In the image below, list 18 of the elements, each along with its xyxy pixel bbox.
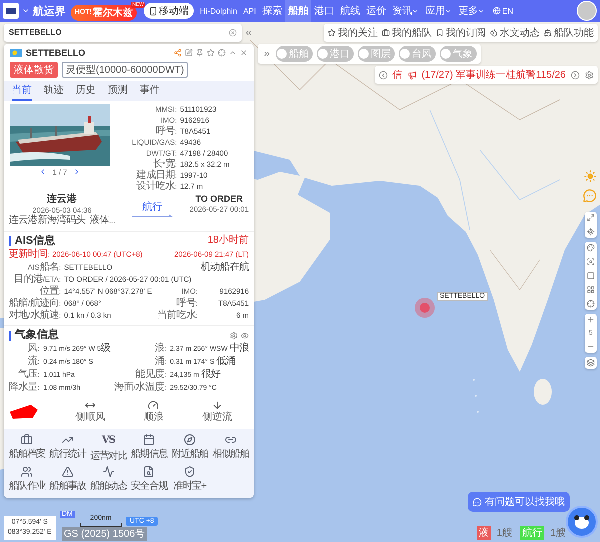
phone-icon (149, 6, 158, 16)
nav-item[interactable]: 港口 (311, 0, 338, 22)
nav-item[interactable]: 航线 (337, 0, 364, 22)
nav-item[interactable]: 更多 (455, 0, 488, 22)
nav-item[interactable]: 探索 (259, 0, 286, 22)
language-button[interactable]: EN (491, 6, 516, 16)
nav-item[interactable]: 资讯 (389, 0, 422, 22)
nav-item[interactable]: 船舶 (285, 0, 312, 22)
logo[interactable] (3, 3, 19, 19)
globe-icon (493, 7, 502, 15)
brand-name: 航运界 (33, 4, 66, 18)
nav-item[interactable]: 应用 (422, 0, 456, 22)
nav-item[interactable]: Hi-Dolphin (197, 0, 240, 22)
nav-item[interactable]: API (240, 0, 260, 22)
mobile-button[interactable]: 移动端 (144, 3, 194, 19)
caret-icon (22, 7, 30, 15)
user-avatar[interactable] (577, 1, 597, 21)
nav-item[interactable]: 运价 (363, 0, 390, 22)
